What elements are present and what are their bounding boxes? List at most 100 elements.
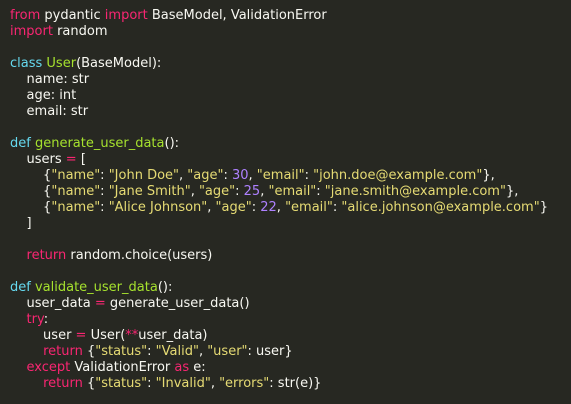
code-line[interactable]: try: — [10, 312, 571, 328]
code-token: pydantic — [40, 8, 105, 23]
code-token: : str(e)} — [269, 376, 322, 391]
code-token: generate_user_data() — [105, 296, 250, 311]
code-token: "email" — [256, 168, 305, 183]
code-token: ValidationError — [70, 360, 175, 375]
code-token: random — [52, 24, 108, 39]
code-token: 30 — [231, 168, 249, 183]
code-line[interactable]: except ValidationError as e: — [10, 360, 571, 376]
code-line[interactable]: email: str — [10, 104, 571, 120]
code-token: import — [10, 24, 53, 39]
code-line[interactable]: age: int — [10, 88, 571, 104]
code-line[interactable]: users = [ — [10, 152, 571, 168]
code-token: { — [82, 344, 96, 359]
code-token: email: str — [10, 104, 89, 119]
code-token: "age" — [187, 168, 224, 183]
code-token: as — [174, 360, 190, 375]
code-token: { — [10, 200, 52, 215]
code-token: random.choice(users) — [66, 248, 213, 263]
code-token: e: — [189, 360, 206, 375]
code-token: : — [100, 168, 109, 183]
code-token: , — [198, 344, 208, 359]
code-token: "Invalid" — [155, 376, 211, 391]
code-token: , — [276, 200, 286, 215]
code-token: = — [94, 296, 106, 311]
code-token: : — [223, 168, 232, 183]
code-token: }, — [505, 184, 519, 199]
code-token: "John Doe" — [108, 168, 180, 183]
code-token: "status" — [95, 344, 148, 359]
code-token: validate_user_data — [34, 280, 158, 295]
code-line[interactable]: def validate_user_data(): — [10, 280, 571, 296]
code-token: "name" — [51, 200, 101, 215]
code-token: name: str — [10, 72, 90, 87]
code-token: = — [75, 328, 87, 343]
code-line[interactable]: class User(BaseModel): — [10, 56, 571, 72]
code-token: { — [10, 184, 52, 199]
code-token: 25 — [243, 184, 261, 199]
code-line[interactable]: from pydantic import BaseModel, Validati… — [10, 8, 571, 24]
code-line[interactable] — [10, 232, 571, 248]
code-line[interactable] — [10, 40, 571, 56]
code-token: } — [539, 200, 548, 215]
code-token: { — [10, 168, 52, 183]
code-token: "alice.johnson@example.com" — [341, 200, 540, 215]
code-token: 22 — [260, 200, 277, 215]
code-token: ** — [125, 328, 139, 343]
code-token: "status" — [95, 376, 148, 391]
code-line[interactable]: user = User(**user_data) — [10, 328, 571, 344]
code-token: import — [104, 8, 148, 23]
code-token: "jane.smith@example.com" — [324, 184, 506, 199]
code-token: "errors" — [219, 376, 270, 391]
code-token: "Jane Smith" — [108, 184, 191, 199]
code-line[interactable]: {"name": "Jane Smith", "age": 25, "email… — [10, 184, 571, 200]
code-line[interactable]: import random — [10, 24, 571, 40]
code-token: ] — [10, 216, 32, 231]
code-token: , — [248, 168, 257, 183]
code-token: [ — [76, 152, 86, 167]
code-line[interactable]: return random.choice(users) — [10, 248, 571, 264]
code-line[interactable] — [10, 120, 571, 136]
code-token: age: int — [10, 88, 77, 103]
code-token: "name" — [51, 168, 101, 183]
code-token: "Alice Johnson" — [108, 200, 208, 215]
code-token: user_data) — [138, 328, 208, 343]
code-token: : — [100, 200, 109, 215]
code-token: : — [147, 376, 156, 391]
code-line[interactable]: name: str — [10, 72, 571, 88]
code-editor[interactable]: from pydantic import BaseModel, Validati… — [0, 0, 571, 404]
code-token: class — [10, 56, 43, 71]
code-token: "john.doe@example.com" — [313, 168, 483, 183]
code-token: (): — [164, 136, 180, 151]
code-token: generate_user_data — [34, 136, 165, 151]
code-token: "Valid" — [155, 344, 199, 359]
code-token: : — [251, 200, 261, 215]
code-line[interactable]: ] — [10, 216, 571, 232]
code-line[interactable]: return {"status": "Valid", "user": user} — [10, 344, 571, 360]
code-line[interactable]: def generate_user_data(): — [10, 136, 571, 152]
code-token: "name" — [51, 184, 101, 199]
code-token: : — [235, 184, 244, 199]
code-token: }, — [482, 168, 495, 183]
code-token: "age" — [198, 184, 236, 199]
code-line[interactable]: user_data = generate_user_data() — [10, 296, 571, 312]
code-token: = — [65, 152, 77, 167]
code-token: : — [304, 168, 314, 183]
code-token: return — [43, 344, 83, 359]
code-line[interactable]: {"name": "John Doe", "age": 30, "email":… — [10, 168, 571, 184]
code-line[interactable]: {"name": "Alice Johnson", "age": 22, "em… — [10, 200, 571, 216]
code-token: : — [100, 184, 109, 199]
code-line[interactable] — [10, 264, 571, 280]
code-token: , — [190, 184, 199, 199]
code-token: , — [207, 200, 216, 215]
code-line[interactable]: return {"status": "Invalid", "errors": s… — [10, 376, 571, 392]
code-token: : — [43, 312, 49, 327]
code-token: User( — [86, 328, 126, 343]
code-token: "email" — [268, 184, 317, 199]
code-token: : — [316, 184, 325, 199]
code-token: users — [10, 152, 66, 167]
